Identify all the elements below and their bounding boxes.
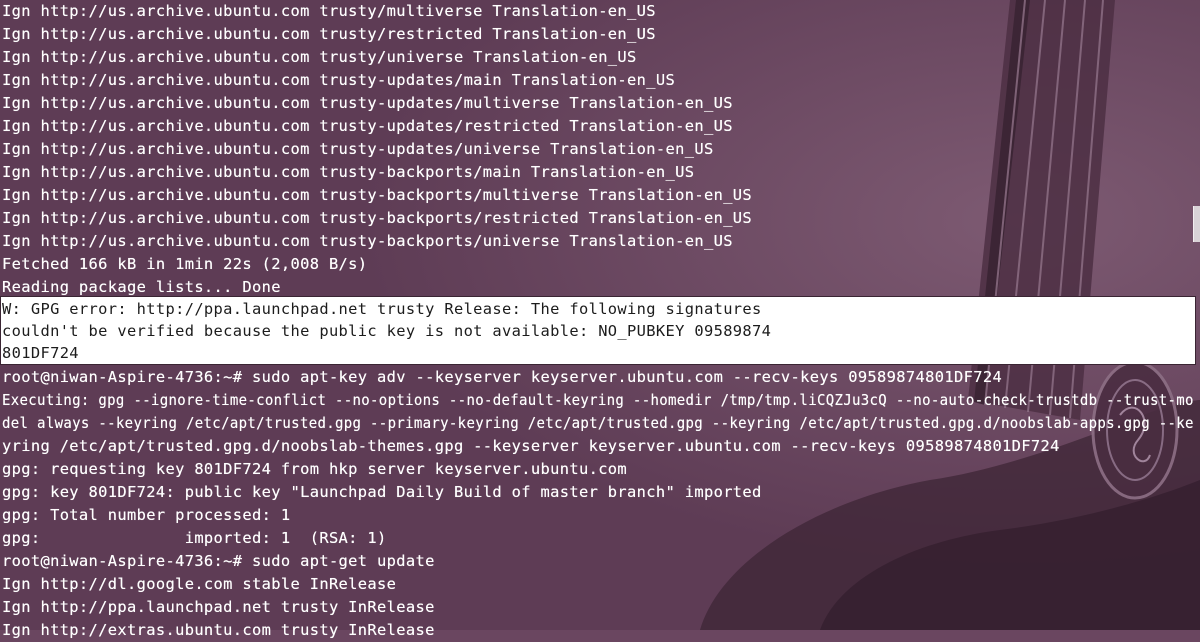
terminal-line: Ign http://us.archive.ubuntu.com trusty-…	[2, 163, 695, 181]
terminal-line: Fetched 166 kB in 1min 22s (2,008 B/s)	[2, 255, 368, 273]
terminal-command-line: root@niwan-Aspire-4736:~# sudo apt-get u…	[2, 552, 435, 570]
terminal-line: gpg: imported: 1 (RSA: 1)	[2, 529, 387, 547]
scrollbar-thumb[interactable]	[1193, 206, 1200, 242]
terminal-line: Ign http://extras.ubuntu.com trusty InRe…	[2, 621, 435, 639]
terminal-line: Ign http://dl.google.com stable InReleas…	[2, 575, 397, 593]
terminal-line: gpg: requesting key 801DF724 from hkp se…	[2, 460, 628, 478]
terminal-command-line: root@niwan-Aspire-4736:~# sudo apt-key a…	[2, 368, 1003, 386]
terminal-line: Ign http://us.archive.ubuntu.com trusty/…	[2, 2, 656, 20]
terminal-line: Executing: gpg --ignore-time-conflict --…	[2, 391, 1194, 409]
terminal-line: Reading package lists... Done	[2, 278, 281, 296]
terminal-line: Ign http://us.archive.ubuntu.com trusty-…	[2, 117, 733, 135]
terminal-line: Ign http://us.archive.ubuntu.com trusty/…	[2, 48, 637, 66]
terminal-line: gpg: Total number processed: 1	[2, 506, 291, 524]
terminal-line: del always --keyring /etc/apt/trusted.gp…	[2, 414, 1194, 432]
terminal-line: Ign http://ppa.launchpad.net trusty InRe…	[2, 598, 435, 616]
terminal-line: Ign http://us.archive.ubuntu.com trusty/…	[2, 25, 656, 43]
terminal-line: Ign http://us.archive.ubuntu.com trusty-…	[2, 186, 753, 204]
terminal-line: yring /etc/apt/trusted.gpg.d/noobslab-th…	[2, 437, 1060, 455]
gpg-error-line: W: GPG error: http://ppa.launchpad.net t…	[2, 300, 762, 318]
terminal-line: Ign http://us.archive.ubuntu.com trusty-…	[2, 94, 733, 112]
terminal-line: gpg: key 801DF724: public key "Launchpad…	[2, 483, 762, 501]
terminal-line: Ign http://us.archive.ubuntu.com trusty-…	[2, 71, 676, 89]
terminal-line: Ign http://us.archive.ubuntu.com trusty-…	[2, 140, 714, 158]
terminal-line: Ign http://us.archive.ubuntu.com trusty-…	[2, 232, 733, 250]
terminal-line: Ign http://us.archive.ubuntu.com trusty-…	[2, 209, 753, 227]
gpg-error-line: couldn't be verified because the public …	[2, 322, 772, 340]
terminal-window[interactable]: Ign http://us.archive.ubuntu.com trusty/…	[0, 0, 1200, 639]
gpg-error-line: 801DF724	[2, 344, 79, 362]
